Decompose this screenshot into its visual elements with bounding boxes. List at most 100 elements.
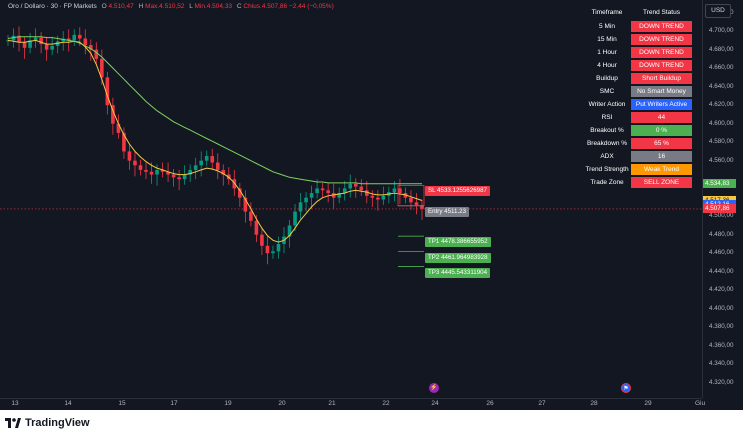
status-row: ADX 16 bbox=[583, 151, 692, 162]
tradingview-wordmark: TradingView bbox=[25, 417, 90, 429]
status-key: Buildup bbox=[596, 75, 618, 82]
status-value: DOWN TREND bbox=[631, 60, 692, 71]
time-tick-label: 28 bbox=[590, 400, 598, 407]
status-row: Writer Action Put Writers Active bbox=[583, 99, 692, 110]
price-tick-label: 4.460,00 bbox=[709, 249, 734, 257]
status-key: 15 Min bbox=[597, 36, 617, 43]
status-key: SMC bbox=[599, 88, 615, 95]
status-value: DOWN TREND bbox=[631, 47, 692, 58]
chart-frame[interactable]: Oro / Dollaro · 30 · FP Markets O 4.510,… bbox=[0, 0, 743, 410]
candle-body bbox=[155, 169, 159, 175]
candle-body bbox=[215, 162, 220, 170]
status-key: 5 Min bbox=[599, 23, 615, 30]
price-tick-label: 4.620,00 bbox=[709, 101, 734, 109]
symbol-label[interactable]: Oro / Dollaro · 30 · FP Markets bbox=[8, 3, 97, 10]
time-tick-label: 29 bbox=[644, 400, 652, 407]
time-tick-label: 21 bbox=[328, 400, 336, 407]
time-tick-label: 14 bbox=[64, 400, 72, 407]
open-label: O bbox=[101, 3, 107, 10]
price-tick-label: 4.420,00 bbox=[709, 286, 734, 294]
candle-body bbox=[298, 202, 303, 212]
candle-body bbox=[204, 156, 209, 161]
status-row: Breakdown % 65 % bbox=[583, 138, 692, 149]
time-tick-label: 26 bbox=[486, 400, 494, 407]
stop-loss-label: SL 4533.1255626987 bbox=[425, 186, 490, 196]
status-value: Weak Trend bbox=[631, 164, 692, 175]
price-tick-label: 4.340,00 bbox=[709, 360, 734, 368]
candle-body bbox=[392, 188, 397, 193]
time-tick-label: 13 bbox=[11, 400, 19, 407]
candle-body bbox=[265, 245, 270, 254]
status-row: Trade Zone SELL ZONE bbox=[583, 177, 692, 188]
high-value: Max.4.510,52 bbox=[145, 3, 185, 10]
header-trend-status: Trend Status bbox=[643, 8, 680, 16]
price-tick-label: 4.400,00 bbox=[709, 304, 734, 312]
status-value: DOWN TREND bbox=[631, 21, 692, 32]
candle-body bbox=[293, 211, 297, 226]
price-tick-label: 4.660,00 bbox=[709, 64, 734, 72]
status-value: Put Writers Active bbox=[631, 99, 692, 110]
price-tick-label: 4.480,00 bbox=[709, 230, 734, 238]
candle-body bbox=[348, 183, 353, 189]
status-row: 4 Hour DOWN TREND bbox=[583, 60, 692, 71]
status-value: No Smart Money bbox=[631, 86, 692, 97]
price-tick-label: 4.440,00 bbox=[709, 267, 734, 275]
candle-body bbox=[44, 44, 49, 50]
status-key: 4 Hour bbox=[597, 62, 617, 69]
time-tick-label: Giu bbox=[694, 400, 706, 407]
price-tick-label: 4.640,00 bbox=[709, 82, 734, 90]
candle-body bbox=[149, 171, 154, 175]
status-value: 0 % bbox=[631, 125, 692, 136]
tp3-label: TP3 4445.543311904 bbox=[425, 268, 491, 278]
price-tag: 4.507,86 bbox=[703, 204, 736, 214]
flag-event-icon[interactable]: ⚑ bbox=[621, 383, 631, 393]
candle-body bbox=[22, 42, 27, 48]
tradingview-logo-icon bbox=[5, 418, 21, 428]
open-value: 4.510,47 bbox=[108, 3, 134, 10]
time-axis[interactable]: 13 14 15 17 19 20 21 22 24 26 27 28 29 Giu bbox=[0, 398, 706, 410]
status-value: SELL ZONE bbox=[631, 177, 692, 188]
candle-body bbox=[320, 188, 325, 191]
status-row: 15 Min DOWN TREND bbox=[583, 34, 692, 45]
candle-body bbox=[276, 243, 281, 252]
status-row: Buildup Short Buildup bbox=[583, 73, 692, 84]
time-tick-label: 22 bbox=[382, 400, 390, 407]
candle-body bbox=[381, 195, 386, 200]
price-tick-label: 4.560,00 bbox=[709, 156, 734, 164]
candle-body bbox=[77, 34, 82, 39]
fast-moving-average-line bbox=[7, 39, 423, 243]
time-tick-label: 17 bbox=[170, 400, 178, 407]
candle-body bbox=[193, 165, 198, 170]
time-tick-label: 20 bbox=[278, 400, 286, 407]
tp2-label: TP2 4461.964983928 bbox=[425, 253, 491, 263]
low-label: L bbox=[189, 3, 193, 10]
candle-body bbox=[171, 174, 176, 178]
status-key: Trend Strength bbox=[585, 166, 629, 173]
candle-body bbox=[414, 202, 419, 206]
price-tick-label: 4.700,00 bbox=[709, 27, 734, 35]
status-value: Short Buildup bbox=[631, 73, 692, 84]
price-tick-label: 4.680,00 bbox=[709, 45, 734, 53]
candle-body bbox=[199, 160, 203, 166]
entry-label: Entry 4511.23 bbox=[425, 207, 470, 217]
candle-body bbox=[116, 123, 121, 133]
lightning-event-icon[interactable]: ⚡ bbox=[429, 383, 439, 393]
status-value: 16 bbox=[631, 151, 692, 162]
status-row: Breakout % 0 % bbox=[583, 125, 692, 136]
candle-body bbox=[210, 156, 215, 163]
status-row: RSI 44 bbox=[583, 112, 692, 123]
close-label: C bbox=[236, 3, 242, 10]
candle-body bbox=[133, 160, 137, 166]
time-tick-label: 24 bbox=[431, 400, 439, 407]
candle-body bbox=[254, 220, 259, 235]
status-key: Writer Action bbox=[588, 101, 626, 108]
time-tick-label: 19 bbox=[224, 400, 232, 407]
candle-body bbox=[309, 193, 314, 198]
currency-button[interactable]: USD bbox=[705, 4, 731, 18]
close-value: Chius.4.507,86 bbox=[243, 3, 288, 10]
candle-body bbox=[177, 177, 181, 180]
candle-body bbox=[315, 188, 319, 194]
price-tick-label: 4.360,00 bbox=[709, 341, 734, 349]
candle-body bbox=[182, 174, 187, 180]
candle-body bbox=[304, 197, 308, 203]
